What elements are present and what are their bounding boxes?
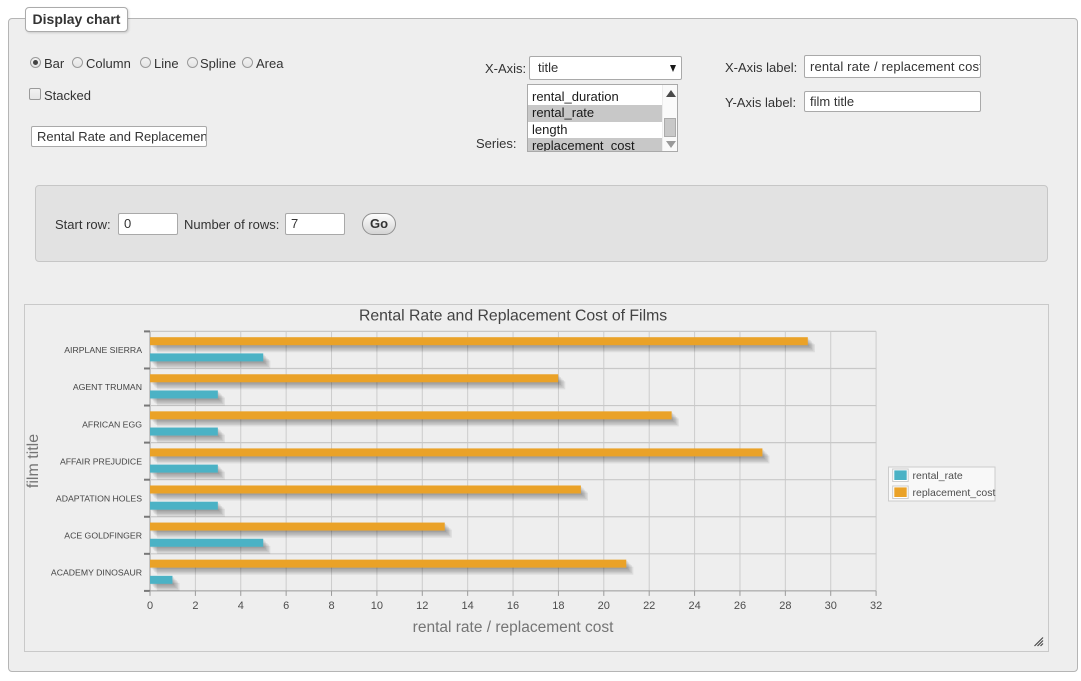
svg-text:AFRICAN EGG: AFRICAN EGG [82, 419, 142, 429]
svg-text:AFFAIR PREJUDICE: AFFAIR PREJUDICE [60, 456, 142, 466]
svg-text:30: 30 [825, 600, 837, 612]
svg-text:AGENT TRUMAN: AGENT TRUMAN [73, 382, 142, 392]
svg-text:10: 10 [371, 600, 383, 612]
svg-text:28: 28 [779, 600, 791, 612]
svg-text:14: 14 [462, 600, 474, 612]
svg-text:32: 32 [870, 600, 882, 612]
svg-text:ADAPTATION HOLES: ADAPTATION HOLES [56, 493, 142, 503]
svg-text:Rental Rate and Replacement Co: Rental Rate and Replacement Cost of Film… [359, 308, 667, 325]
svg-text:24: 24 [688, 600, 700, 612]
svg-text:film title: film title [25, 434, 42, 488]
svg-text:18: 18 [552, 600, 564, 612]
svg-text:rental_rate: rental_rate [913, 470, 963, 482]
svg-text:16: 16 [507, 600, 519, 612]
svg-text:ACE GOLDFINGER: ACE GOLDFINGER [64, 530, 142, 540]
svg-text:26: 26 [734, 600, 746, 612]
svg-text:rental rate / replacement cost: rental rate / replacement cost [413, 619, 614, 636]
svg-text:8: 8 [328, 600, 334, 612]
svg-text:2: 2 [192, 600, 198, 612]
svg-text:replacement_cost: replacement_cost [913, 487, 996, 499]
svg-text:0: 0 [147, 600, 153, 612]
svg-text:4: 4 [238, 600, 244, 612]
svg-text:6: 6 [283, 600, 289, 612]
svg-text:AIRPLANE SIERRA: AIRPLANE SIERRA [64, 345, 142, 355]
svg-text:22: 22 [643, 600, 655, 612]
svg-text:20: 20 [598, 600, 610, 612]
svg-text:ACADEMY DINOSAUR: ACADEMY DINOSAUR [51, 568, 142, 578]
svg-text:12: 12 [416, 600, 428, 612]
